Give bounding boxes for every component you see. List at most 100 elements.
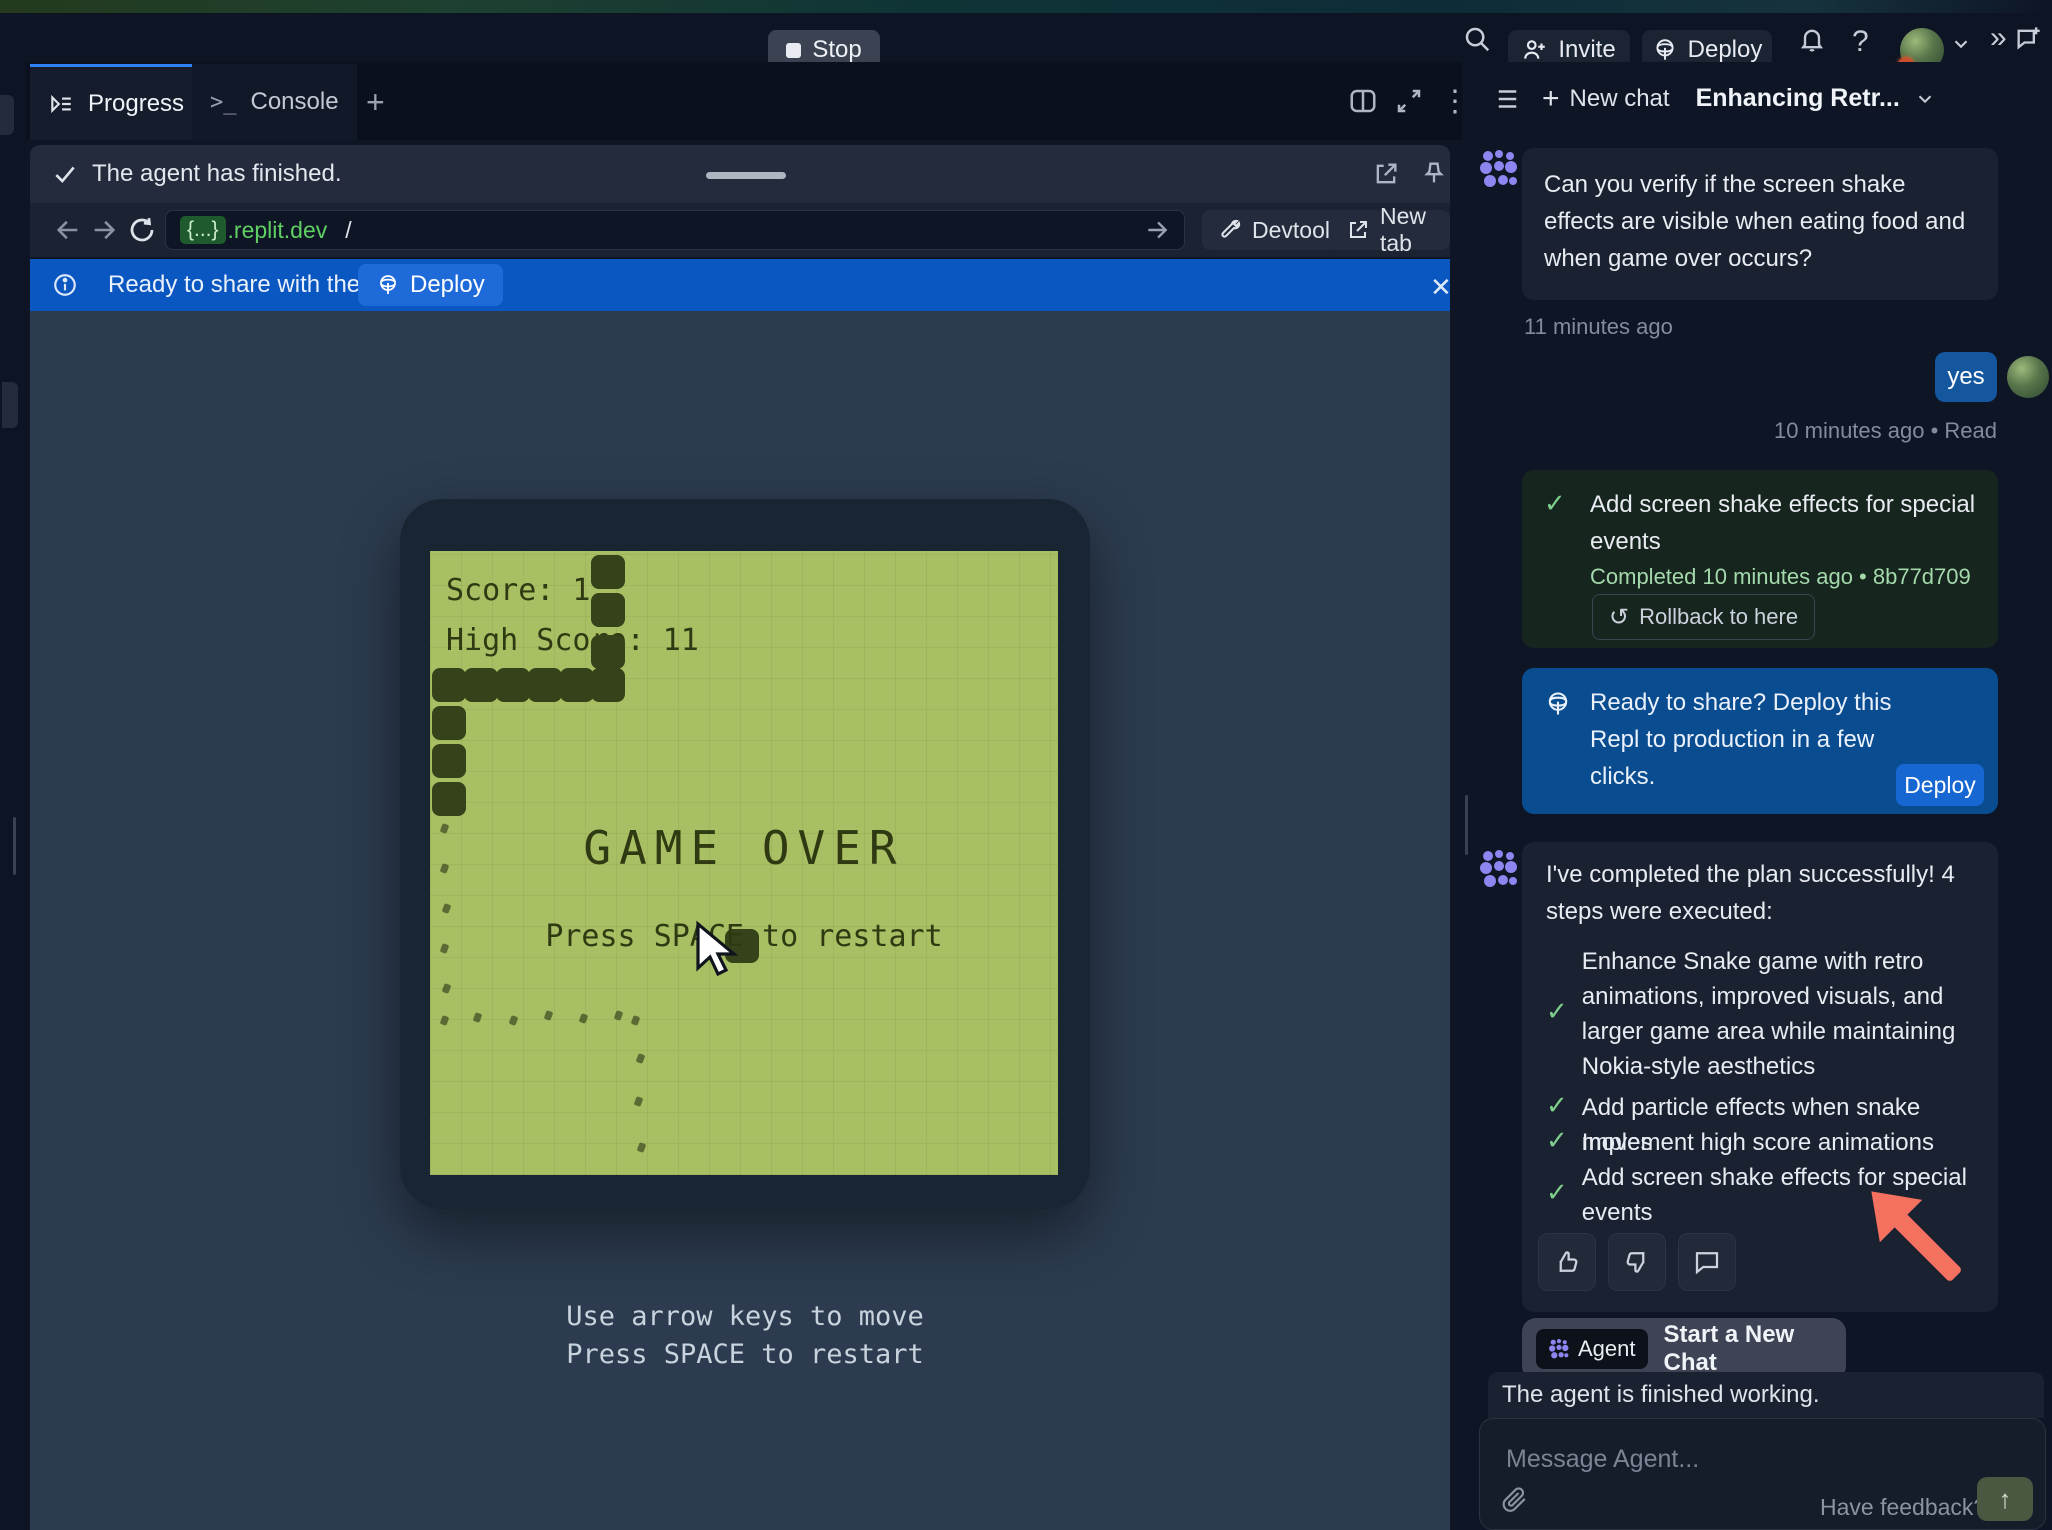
snake-segment — [591, 555, 625, 589]
add-tab-icon[interactable]: + — [366, 84, 385, 121]
help-icon[interactable]: ? — [1852, 25, 1869, 59]
comment-button[interactable] — [1678, 1233, 1736, 1291]
banner-deploy-button[interactable]: Deploy — [358, 264, 503, 306]
snake-segment — [560, 668, 594, 702]
game-instruction-1: Use arrow keys to move — [400, 1301, 1090, 1332]
go-arrow-icon[interactable] — [1144, 217, 1170, 243]
open-in-new-icon[interactable] — [1372, 160, 1400, 188]
progress-icon — [48, 91, 74, 117]
wallpaper-strip — [0, 0, 2052, 13]
snake-segment — [496, 668, 530, 702]
newtab-label: New tab — [1380, 203, 1434, 257]
info-icon — [52, 272, 78, 298]
chat-header: + New chat Enhancing Retr... — [1462, 62, 2052, 135]
particle — [637, 1142, 647, 1153]
deploy-icon — [376, 273, 400, 297]
rollback-label: Rollback to here — [1639, 604, 1798, 630]
collapse-right-icon[interactable]: » — [1990, 21, 2007, 55]
deploy-card-text: Ready to share? Deploy this Repl to prod… — [1590, 684, 1930, 795]
mouse-cursor — [690, 920, 744, 980]
banner-deploy-label: Deploy — [410, 271, 485, 299]
thumbs-up-button[interactable] — [1538, 1233, 1596, 1291]
tab-console-label: Console — [251, 88, 339, 116]
particle — [579, 1013, 589, 1024]
back-icon[interactable] — [54, 216, 82, 244]
game-score: Score: 1 — [446, 573, 591, 608]
rollback-button[interactable]: ↺ Rollback to here — [1592, 594, 1815, 640]
snake-segment — [464, 668, 498, 702]
attach-paperclip-icon[interactable] — [1502, 1487, 1528, 1513]
snake-segment — [432, 668, 466, 702]
step-check-icon: ✓ — [1546, 1125, 1568, 1160]
console-icon: >_ — [210, 90, 237, 115]
agent-finished-text: The agent has finished. — [92, 160, 342, 188]
start-new-chat-label: Start a New Chat — [1664, 1321, 1847, 1377]
stop-label: Stop — [812, 36, 861, 64]
newtab-button[interactable]: New tab — [1330, 210, 1450, 250]
agent-status-bar: The agent is finished working. — [1488, 1372, 2044, 1418]
agent-badge-label: Agent — [1578, 1336, 1636, 1362]
completed-task-card: ✓ Add screen shake effects for special e… — [1522, 470, 1998, 648]
close-banner-icon[interactable]: ✕ — [1430, 272, 1452, 303]
thumbs-down-button[interactable] — [1608, 1233, 1666, 1291]
panel-resize-handle[interactable] — [1465, 795, 1468, 855]
particle — [442, 983, 452, 994]
search-icon[interactable] — [1462, 24, 1492, 54]
url-path: / — [345, 217, 351, 244]
tab-console[interactable]: >_ Console — [192, 64, 357, 140]
chat-list-icon[interactable] — [1490, 84, 1520, 114]
rail-item[interactable] — [2, 382, 18, 428]
agent-finished-bar: The agent has finished. — [30, 145, 1450, 203]
snake-segment — [432, 706, 466, 740]
topbar: Stop Invite Deploy ? » — [0, 13, 2052, 62]
have-feedback-link[interactable]: Have feedback? — [1820, 1494, 1986, 1521]
particle — [544, 1010, 554, 1021]
game-high-score: High Score: 11 — [446, 623, 699, 658]
user-avatar-small — [2007, 356, 2049, 398]
send-button[interactable]: ↑ — [1977, 1477, 2033, 1521]
chat-title-chevron-icon[interactable] — [1914, 88, 1936, 110]
particle — [614, 1010, 624, 1021]
agent-message-text: Can you verify if the screen shake effec… — [1544, 166, 1976, 277]
split-view-icon[interactable] — [1348, 86, 1378, 116]
invite-label: Invite — [1558, 36, 1615, 64]
chevron-down-icon[interactable] — [1950, 33, 1972, 55]
final-intro: I've completed the plan successfully! 4 … — [1546, 856, 1976, 930]
snake-segment — [591, 593, 625, 627]
deploy-icon — [1544, 690, 1572, 718]
game-over-text: GAME OVER — [430, 821, 1058, 875]
message-timestamp: 11 minutes ago — [1524, 314, 1673, 340]
deploy-banner: Ready to share with the world? Deploy ✕ — [30, 259, 1450, 311]
chat-title[interactable]: Enhancing Retr... — [1696, 84, 1900, 113]
agent-avatar — [1478, 848, 1520, 890]
new-chat-button[interactable]: + New chat — [1542, 82, 1670, 116]
game-screen[interactable]: Score: 1 High Score: 11 GAME OVER Press … — [430, 551, 1058, 1175]
forward-icon[interactable] — [90, 216, 118, 244]
message-composer[interactable]: Message Agent... Have feedback? ↑ — [1479, 1418, 2046, 1530]
particle — [473, 1012, 483, 1023]
start-new-chat-button[interactable]: Agent Start a New Chat — [1522, 1318, 1846, 1380]
workspace-panel: Progress ✕ >_ Console + ⋮ The agent has … — [26, 62, 1462, 1530]
url-domain: .replit.dev — [228, 217, 328, 244]
url-secure-badge: {...} — [180, 216, 226, 244]
snake-segment — [432, 782, 466, 816]
rail-item[interactable] — [0, 95, 14, 135]
user-message-text: yes — [1947, 363, 1984, 391]
particle — [631, 1015, 641, 1026]
snake-segment — [528, 668, 562, 702]
agent-preview-block: The agent has finished. — [30, 145, 1450, 257]
reload-icon[interactable] — [127, 215, 157, 245]
particle — [440, 1015, 450, 1026]
new-comment-icon[interactable] — [2014, 25, 2042, 53]
drag-handle[interactable] — [706, 172, 786, 179]
game-restart-text: Press SPACE to restart — [430, 919, 1058, 954]
particle — [442, 903, 452, 914]
expand-icon[interactable] — [1394, 86, 1424, 116]
url-bar[interactable]: {...} .replit.dev / — [165, 210, 1185, 250]
game-instruction-2: Press SPACE to restart — [400, 1339, 1090, 1370]
replit-window: Stop Invite Deploy ? » — [0, 0, 2052, 1530]
rail-resize-handle[interactable] — [13, 817, 16, 875]
pin-icon[interactable] — [1420, 159, 1448, 187]
notifications-bell-icon[interactable] — [1798, 25, 1826, 53]
deploy-card-button[interactable]: Deploy — [1896, 764, 1984, 806]
